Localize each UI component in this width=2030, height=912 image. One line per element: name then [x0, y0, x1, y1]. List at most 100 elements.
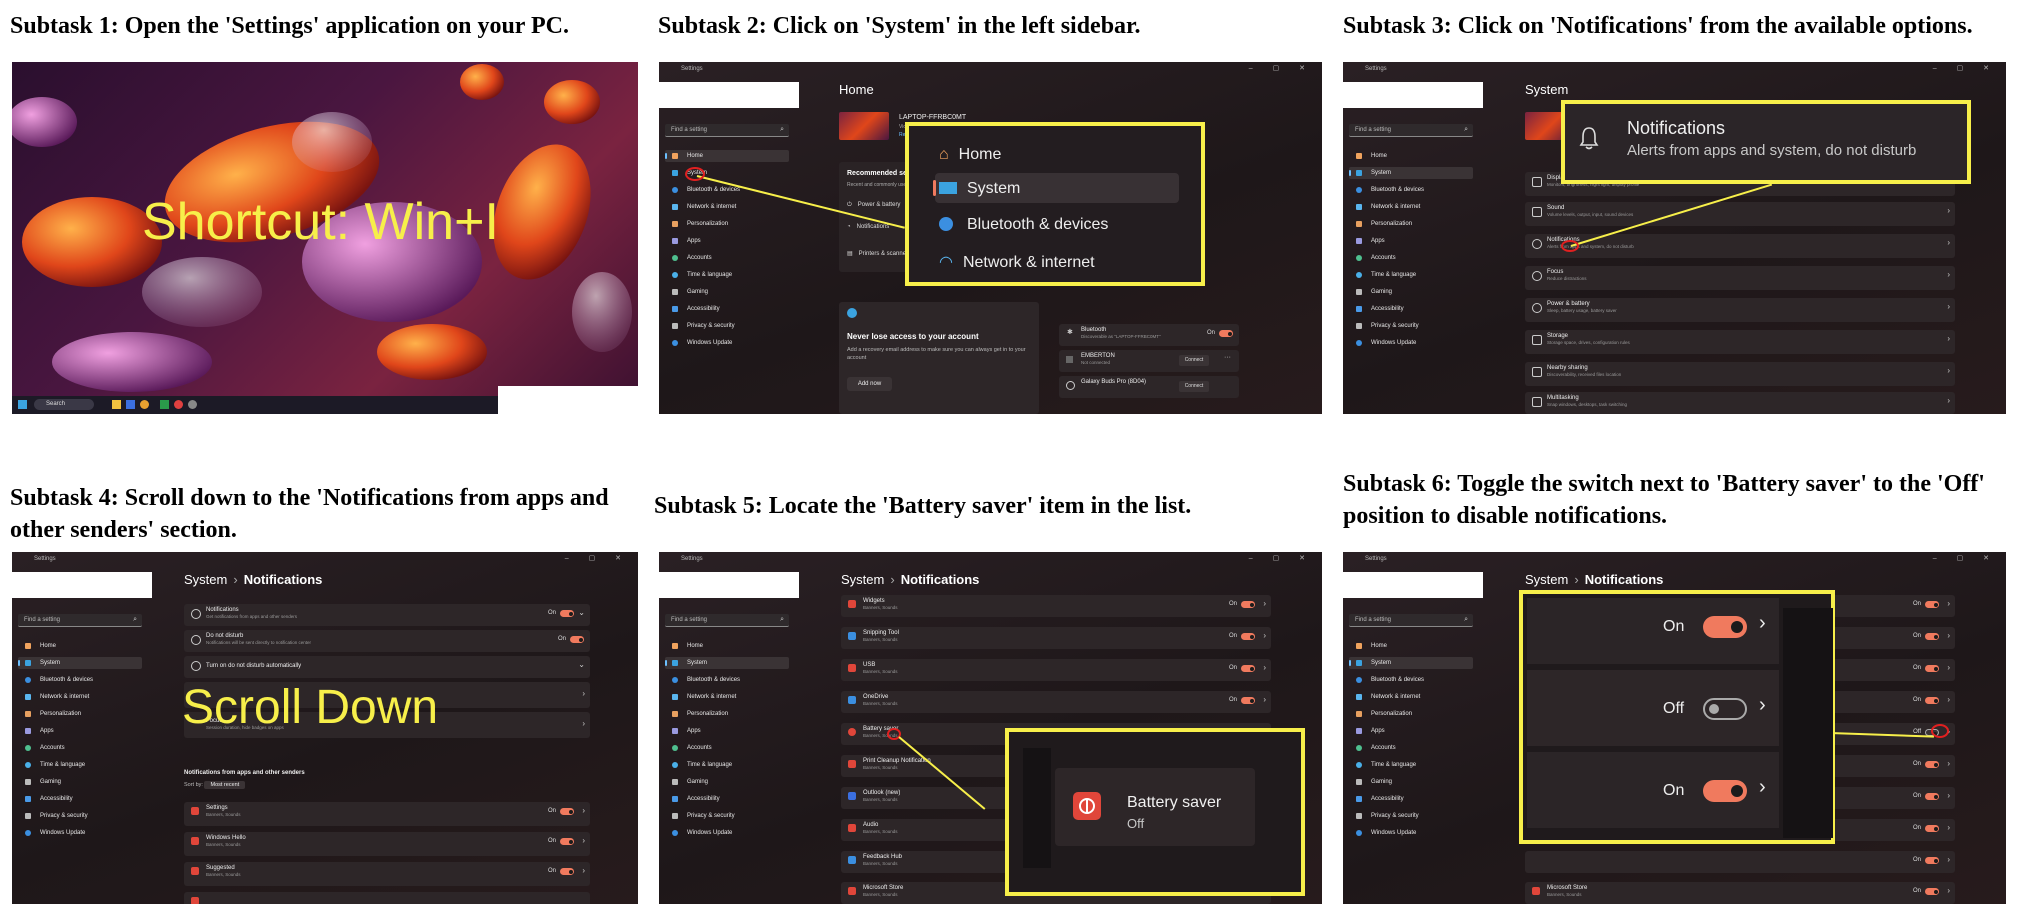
sidebar-item-apps[interactable]: Apps	[1349, 235, 1473, 247]
notifications-master-row[interactable]: Notifications Get notifications from apps…	[184, 604, 590, 626]
sidebar-item-network[interactable]: Network & internet	[665, 691, 789, 703]
sidebar-item-time-language[interactable]: Time & language	[18, 759, 142, 771]
sidebar-item-windows-update[interactable]: Windows Update	[665, 337, 789, 349]
sidebar-item-privacy[interactable]: Privacy & security	[1349, 810, 1473, 822]
sidebar-item-home[interactable]: Home	[665, 150, 789, 162]
system-row-storage[interactable]: Storage Storage space, drives, configurat…	[1525, 330, 1955, 354]
toggle[interactable]	[1925, 793, 1939, 800]
toggle[interactable]	[1925, 633, 1939, 640]
find-setting-input[interactable]: Find a setting ⌕	[1349, 614, 1473, 627]
sidebar-item-time-language[interactable]: Time & language	[1349, 269, 1473, 281]
sidebar-item-accounts[interactable]: Accounts	[665, 742, 789, 754]
toggle[interactable]	[1241, 633, 1255, 640]
sidebar-item-personalization[interactable]: Personalization	[665, 708, 789, 720]
app-row-onedrive[interactable]: OneDrive Banners, Sounds On ›	[841, 691, 1271, 713]
toggle[interactable]	[560, 808, 574, 815]
sidebar-item-accounts[interactable]: Accounts	[1349, 742, 1473, 754]
system-row-multitasking[interactable]: Multitasking Snap windows, desktops, task…	[1525, 392, 1955, 414]
sidebar-item-privacy[interactable]: Privacy & security	[665, 320, 789, 332]
sidebar-item-bluetooth[interactable]: Bluetooth & devices	[18, 674, 142, 686]
toggle[interactable]	[560, 838, 574, 845]
sidebar-item-home[interactable]: Home	[665, 640, 789, 652]
app-row[interactable]: On ›	[1525, 851, 1955, 873]
system-row-sound[interactable]: Sound Volume levels, output, input, sound…	[1525, 202, 1955, 226]
start-icon[interactable]	[18, 400, 27, 409]
dnd-toggle[interactable]	[570, 636, 584, 643]
system-row-notifications[interactable]: Notifications Alerts from apps and system…	[1525, 234, 1955, 258]
app-row-settings[interactable]: Settings Banners, Sounds On ›	[184, 802, 590, 826]
toggle[interactable]	[1241, 697, 1255, 704]
row-printers[interactable]: ▤ Printers & scanners	[847, 250, 911, 257]
breadcrumb-parent[interactable]: System	[841, 572, 884, 587]
taskbar-search[interactable]: Search	[34, 399, 94, 410]
sidebar-item-network[interactable]: Network & internet	[18, 691, 142, 703]
sidebar-item-time-language[interactable]: Time & language	[665, 269, 789, 281]
sidebar-item-gaming[interactable]: Gaming	[665, 286, 789, 298]
settings-taskbar-icon[interactable]	[188, 400, 197, 409]
sidebar-item-time-language[interactable]: Time & language	[1349, 759, 1473, 771]
sidebar-item-home[interactable]: Home	[1349, 150, 1473, 162]
sidebar-item-gaming[interactable]: Gaming	[665, 776, 789, 788]
sidebar-item-accessibility[interactable]: Accessibility	[1349, 793, 1473, 805]
zoom-item-system[interactable]: System	[939, 180, 1020, 198]
toggle[interactable]	[1925, 601, 1939, 608]
notifications-toggle[interactable]	[560, 610, 574, 617]
sidebar-item-gaming[interactable]: Gaming	[1349, 286, 1473, 298]
system-row-power[interactable]: Power & battery Sleep, battery usage, bat…	[1525, 298, 1955, 322]
app-row-usb[interactable]: USB Banners, Sounds On ›	[841, 659, 1271, 681]
sidebar-item-accounts[interactable]: Accounts	[665, 252, 789, 264]
file-explorer-icon[interactable]	[112, 400, 121, 409]
zoom-item-network[interactable]: ◠ Network & internet	[939, 252, 1095, 272]
sidebar-item-system[interactable]: System	[665, 657, 789, 669]
sidebar-item-windows-update[interactable]: Windows Update	[1349, 827, 1473, 839]
toggle[interactable]	[1241, 665, 1255, 672]
toggle[interactable]	[1925, 857, 1939, 864]
sidebar-item-bluetooth[interactable]: Bluetooth & devices	[1349, 674, 1473, 686]
sidebar-item-system[interactable]: System	[665, 167, 789, 179]
toggle[interactable]	[1925, 825, 1939, 832]
app-row-suggested[interactable]: Suggested Banners, Sounds On ›	[184, 862, 590, 886]
chrome-icon[interactable]	[140, 400, 149, 409]
sidebar-item-accounts[interactable]: Accounts	[18, 742, 142, 754]
sidebar-item-apps[interactable]: Apps	[665, 235, 789, 247]
app-row-microsoft-store[interactable]: Microsoft StoreBanners, SoundsOn›	[1525, 882, 1955, 904]
window-controls[interactable]: – ▢ ✕	[1249, 64, 1314, 72]
sidebar-item-personalization[interactable]: Personalization	[1349, 708, 1473, 720]
window-controls[interactable]: – ▢ ✕	[1933, 64, 1998, 72]
sidebar-item-accessibility[interactable]: Accessibility	[1349, 303, 1473, 315]
app-row-windows-hello[interactable]: Windows Hello Banners, Sounds On ›	[184, 832, 590, 856]
zoom-toggle-on-1[interactable]	[1703, 616, 1747, 638]
sidebar-item-accessibility[interactable]: Accessibility	[665, 793, 789, 805]
sidebar-item-apps[interactable]: Apps	[18, 725, 142, 737]
sidebar-item-gaming[interactable]: Gaming	[1349, 776, 1473, 788]
sidebar-item-bluetooth[interactable]: Bluetooth & devices	[665, 674, 789, 686]
zoom-toggle-on-3[interactable]	[1703, 780, 1747, 802]
sidebar-item-privacy[interactable]: Privacy & security	[18, 810, 142, 822]
sidebar-item-network[interactable]: Network & internet	[1349, 691, 1473, 703]
sidebar-item-home[interactable]: Home	[1349, 640, 1473, 652]
sidebar-item-accounts[interactable]: Accounts	[1349, 252, 1473, 264]
zoom-item-home[interactable]: ⌂ Home	[939, 146, 1001, 164]
sidebar-item-apps[interactable]: Apps	[1349, 725, 1473, 737]
breadcrumb-parent[interactable]: System	[1525, 572, 1568, 587]
app-row-snipping-tool[interactable]: Snipping Tool Banners, Sounds On ›	[841, 627, 1271, 649]
find-setting-input[interactable]: Find a setting ⌕	[665, 614, 789, 627]
excel-icon[interactable]	[160, 400, 169, 409]
toggle[interactable]	[1925, 665, 1939, 672]
breadcrumb-parent[interactable]: System	[184, 572, 227, 587]
bluetooth-toggle[interactable]	[1219, 330, 1233, 337]
sidebar-item-accessibility[interactable]: Accessibility	[665, 303, 789, 315]
sidebar-item-personalization[interactable]: Personalization	[665, 218, 789, 230]
do-not-disturb-row[interactable]: Do not disturb Notifications will be sent…	[184, 630, 590, 652]
window-controls[interactable]: – ▢ ✕	[565, 554, 630, 562]
find-setting-input[interactable]: Find a setting ⌕	[1349, 124, 1473, 137]
sidebar-item-apps[interactable]: Apps	[665, 725, 789, 737]
toggle[interactable]	[1925, 697, 1939, 704]
zoom-item-bluetooth[interactable]: Bluetooth & devices	[939, 216, 1108, 234]
toggle[interactable]	[1241, 601, 1255, 608]
find-setting-input[interactable]: Find a setting ⌕	[18, 614, 142, 627]
toggle[interactable]	[1925, 888, 1939, 895]
sidebar-item-time-language[interactable]: Time & language	[665, 759, 789, 771]
sidebar-item-home[interactable]: Home	[18, 640, 142, 652]
row-notifications[interactable]: ◔ Notifications	[847, 224, 889, 230]
